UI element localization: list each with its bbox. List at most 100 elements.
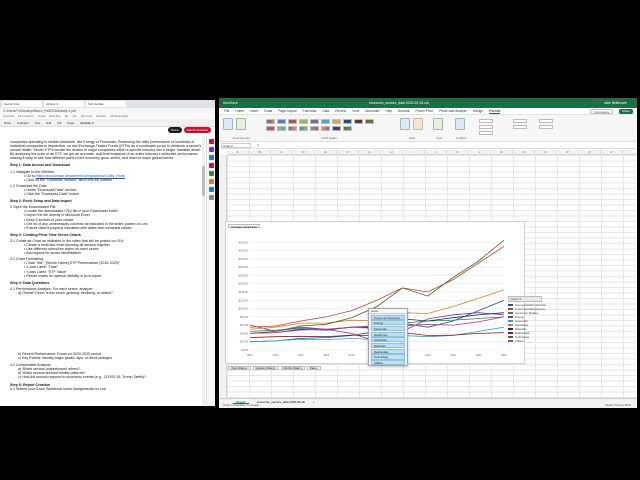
bookmark-item[interactable]: Microsoft [81,114,92,119]
comment-icon[interactable] [208,139,214,144]
chart-style-swatch[interactable] [288,119,297,124]
tab-acrobat[interactable]: Acrobat [398,108,409,114]
chart-style-swatch[interactable] [299,126,308,131]
tab-file[interactable]: File [224,108,229,114]
chart-style-swatch[interactable] [321,119,330,124]
height-field[interactable] [513,119,527,123]
filter-option[interactable]: Technology [371,354,405,360]
chart-style-swatch[interactable] [332,126,341,131]
filter-option[interactable]: Consumer Discretion... [371,314,405,320]
quick-layout-icon[interactable] [236,118,246,130]
tab-automate[interactable]: Automate [365,108,379,114]
tab-formulas[interactable]: Formulas [303,108,317,114]
filter-option[interactable]: Real Estate [371,348,405,354]
export-icon[interactable] [208,155,214,160]
protect-icon[interactable] [208,179,214,184]
combine-icon[interactable] [208,171,214,176]
draw-tool-button[interactable]: Draw [3,121,12,125]
filter-option[interactable]: Healthcare [371,331,405,337]
highlight-tool-button[interactable]: Highlight [16,121,30,125]
browser-tab[interactable]: Sub Guides [86,101,126,107]
tab-pivotchart-analyze[interactable]: PivotChart Analyze [439,108,467,114]
chart-style-swatch[interactable] [332,119,341,124]
axis-field-button[interactable]: Months (Date) ▾ [280,366,306,370]
tab-design[interactable]: Design [473,108,483,114]
bookmark-item[interactable]: Ex-Incentive [18,114,33,119]
ai-assistant-button[interactable]: Ask AI Assistant [183,127,211,133]
chart-style-swatch[interactable] [277,126,286,131]
chart-style-swatch[interactable] [365,119,374,124]
filter-option[interactable]: Financials [371,325,405,332]
shape-fill-field[interactable] [479,119,493,123]
tab-data[interactable]: Data [322,108,329,114]
edit-tool-button[interactable]: Edit [45,121,52,125]
name-box[interactable]: Chart 2 [221,142,251,148]
chart-style-swatch[interactable] [343,119,352,124]
tab-draw[interactable]: Draw [264,108,272,114]
axis-field-button[interactable]: Quarters (Date) ▾ [252,366,279,370]
chart-style-swatch[interactable] [310,126,319,131]
bookmark-item[interactable]: Imported [3,114,14,119]
autosave-toggle[interactable]: AutoSave [223,98,238,108]
shape-outline-field[interactable] [479,125,493,129]
zoom-level[interactable]: Display Settings 100% [605,404,631,408]
tab-page-layout[interactable]: Page Layout [278,108,297,114]
bookmark-item[interactable]: Best Buy [50,114,61,119]
worksheet-grid[interactable]: ABCDEFGHIJKLMNOPQR $0.00 $20.00 $40.00 $60.… [219,150,637,398]
chart-style-swatch[interactable] [354,119,363,124]
width-field[interactable] [513,125,527,129]
tab-home[interactable]: Home [235,108,244,114]
share-button[interactable]: Share [167,127,182,133]
chart-style-swatch[interactable] [343,126,352,131]
text-tool-button[interactable]: Text [34,121,42,125]
user-name[interactable]: Julie Bellemare [604,98,627,108]
axis-field-button[interactable]: Date ▾ [307,366,321,370]
chart-style-swatch[interactable] [266,119,275,124]
tab-view[interactable]: View [352,108,359,114]
bookmark-item[interactable]: My [65,114,69,119]
browser-tab[interactable]: Sector Intel [2,101,42,107]
switch-row-column-icon[interactable] [400,118,410,130]
organize-icon[interactable] [208,163,214,168]
select-data-icon[interactable] [413,118,423,130]
sector-filter-dropdown[interactable]: sector Consumer Discretion... Energy Fin… [368,308,408,366]
chart-style-swatch[interactable] [288,126,297,131]
chart-style-swatch[interactable] [299,119,308,124]
browser-tab[interactable]: Activity 4 [44,101,84,107]
chart-style-swatch[interactable] [266,126,275,131]
fx-icon[interactable]: fx [257,143,259,147]
axis-field-button[interactable]: Years (Date) ▾ [228,366,251,370]
filter-option[interactable]: Utilities [371,360,405,366]
size-field[interactable] [539,125,553,129]
add-chart-element-icon[interactable] [223,118,233,130]
edit-pdf-icon[interactable] [208,147,214,152]
chart-style-swatch[interactable] [277,119,286,124]
filter-option[interactable]: Industrials [371,337,405,343]
move-chart-icon[interactable] [455,118,465,130]
chart-style-swatch[interactable] [310,119,319,124]
more-tools-icon[interactable] [208,195,214,200]
page-tool-button[interactable]: Page [66,121,75,125]
filter-option[interactable]: Energy [371,320,405,326]
tab-power-pivot[interactable]: Power Pivot [415,108,433,114]
legend-field-button[interactable]: sector ▾ [508,296,542,302]
bookmark-item[interactable]: All Bookmarks [110,114,128,119]
pdf-scroll-thumb[interactable] [202,166,205,196]
tab-help[interactable]: Help [385,108,392,114]
tab-insert[interactable]: Insert [250,108,258,114]
bookmark-item[interactable]: Gel [72,114,76,119]
arrange-field[interactable] [539,119,553,123]
bookmark-item[interactable]: Chase [37,114,45,119]
sign-icon[interactable] [208,187,214,192]
comments-button[interactable]: Comments [590,109,613,114]
share-button[interactable]: Share [618,109,633,114]
shape-effects-field[interactable] [479,131,493,135]
fill-tool-button[interactable]: Fill [56,121,62,125]
tab-format[interactable]: Format [489,108,501,114]
filter-option[interactable]: Materials [371,342,405,349]
bookmark-item[interactable]: Harvard [96,114,106,119]
value-field-button[interactable]: Average of Adj Close [228,224,261,229]
tab-review[interactable]: Review [335,108,346,114]
change-chart-type-icon[interactable] [433,118,443,130]
chart-style-swatch[interactable] [321,126,330,131]
